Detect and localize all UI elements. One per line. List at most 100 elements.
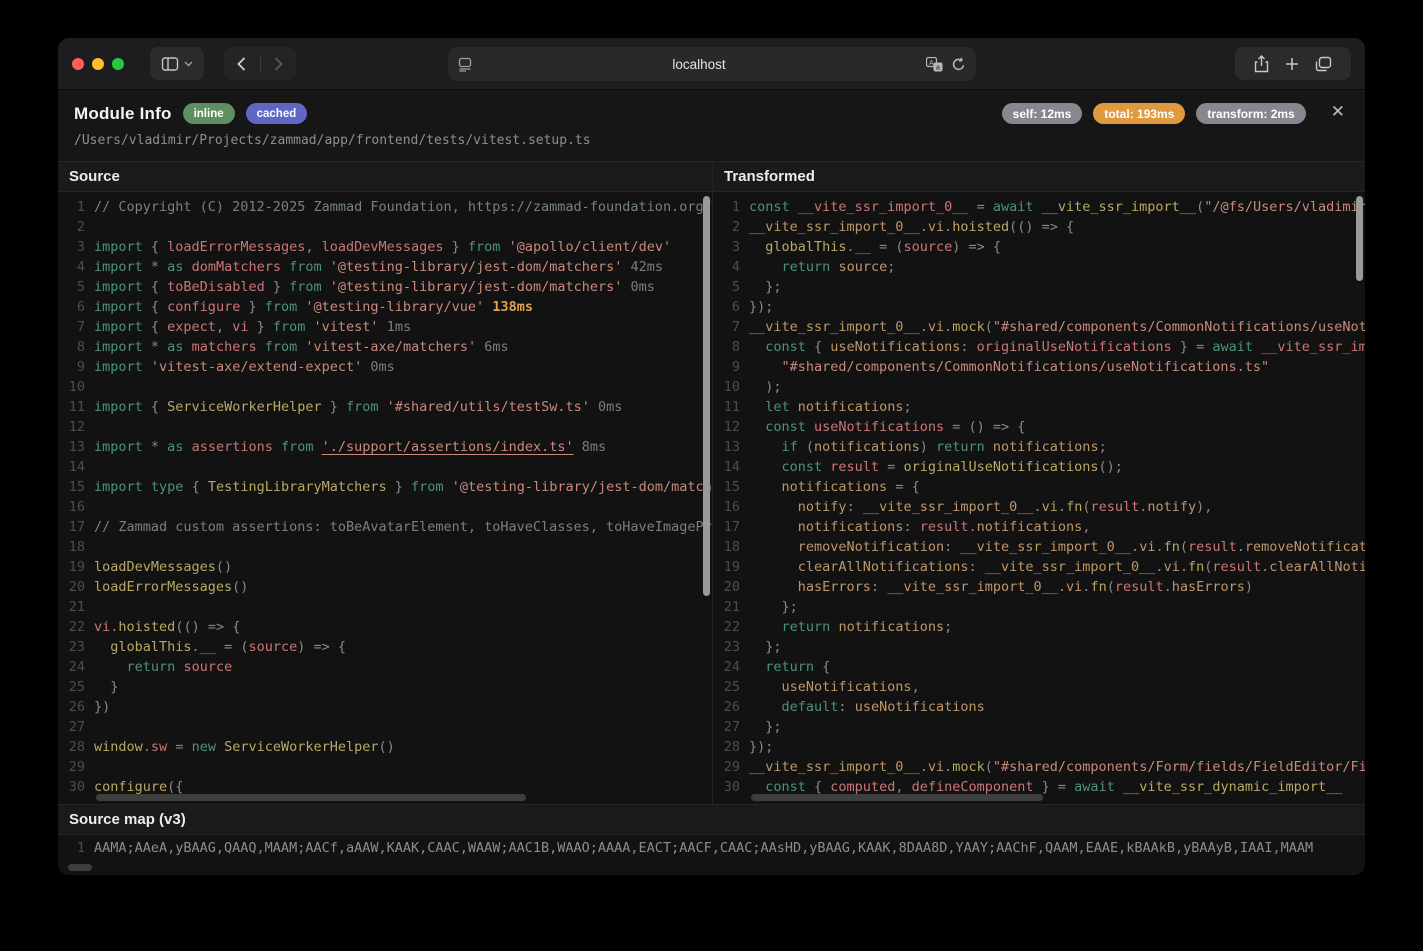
line-number: 7 [731, 319, 740, 335]
code-line: 15 notifications = { [713, 477, 1365, 497]
code-line: 3 import { loadErrorMessages, loadDevMess… [58, 237, 712, 257]
line-number: 3 [731, 239, 740, 255]
code-line: 1 const __vite_ssr_import_0__ = await __v… [713, 197, 1365, 217]
code-line: 27 [58, 717, 712, 737]
page-format-icon[interactable] [458, 57, 472, 72]
new-tab-icon[interactable] [1285, 57, 1299, 71]
code-line: 16 notify: __vite_ssr_import_0__.vi.fn(r… [713, 497, 1365, 517]
code-line: 4 import * as domMatchers from '@testing-… [58, 257, 712, 277]
code-line: 26}) [58, 697, 712, 717]
source-panel-title: Source [58, 162, 712, 192]
code-line: 23 globalThis.__ = (source) => { [58, 637, 712, 657]
sidebar-toggle-button[interactable] [150, 47, 204, 80]
code-line: 8 const { useNotifications: originalUseN… [713, 337, 1365, 357]
line-number: 13 [723, 439, 740, 455]
code-line: 11 import { ServiceWorkerHelper } from '#… [58, 397, 712, 417]
line-number: 19 [68, 559, 85, 575]
line-number: 22 [723, 619, 740, 635]
browser-window: localhost A a Module Info inline cached … [58, 38, 1365, 875]
cached-badge: cached [245, 103, 308, 124]
line-number: 30 [68, 779, 85, 795]
minimize-window-button[interactable] [92, 57, 104, 70]
code-line: 19 loadDevMessages() [58, 557, 712, 577]
line-number: 5 [76, 279, 85, 295]
code-line: 9 "#shared/components/CommonNotification… [713, 357, 1365, 377]
module-link[interactable]: './support/assertions/index.ts' [322, 439, 574, 455]
code-line: 17 notifications: result.notifications, [713, 517, 1365, 537]
line-number: 23 [68, 639, 85, 655]
code-line: 21 }; [713, 597, 1365, 617]
code-line: 13 import * as assertions from './support… [58, 437, 712, 457]
line-number: 18 [723, 539, 740, 555]
line-number: 20 [723, 579, 740, 595]
line-number: 29 [68, 759, 85, 775]
code-line: 28 window.sw = new ServiceWorkerHelper() [58, 737, 712, 757]
close-icon[interactable]: ✕ [1331, 103, 1345, 120]
tab-overview-icon[interactable] [1315, 56, 1332, 72]
source-code: 1// Copyright (C) 2012-2025 Zammad Found… [58, 192, 712, 804]
code-line: 20 hasErrors: __vite_ssr_import_0__.vi.f… [713, 577, 1365, 597]
module-info-header: Module Info inline cached self: 12ms tot… [58, 90, 1365, 162]
chevron-down-icon [184, 60, 193, 67]
line-number: 22 [68, 619, 85, 635]
transformed-vertical-scrollbar[interactable] [1356, 196, 1363, 281]
line-number: 16 [723, 499, 740, 515]
code-line: 12 const useNotifications = () => { [713, 417, 1365, 437]
line-number: 25 [723, 679, 740, 695]
transformed-horizontal-scrollbar[interactable] [751, 794, 1043, 801]
line-number: 1 [76, 199, 85, 215]
line-number: 3 [76, 239, 85, 255]
line-number: 28 [68, 739, 85, 755]
module-path: /Users/vladimir/Projects/zammad/app/fron… [74, 133, 591, 148]
code-line: 19 clearAllNotifications: __vite_ssr_imp… [713, 557, 1365, 577]
code-line: 5 import { toBeDisabled } from '@testing-… [58, 277, 712, 297]
line-number: 6 [731, 299, 740, 315]
code-line: 23 }; [713, 637, 1365, 657]
back-button[interactable] [224, 47, 260, 80]
code-line: 24 return { [713, 657, 1365, 677]
transformed-code: 1 const __vite_ssr_import_0__ = await __v… [713, 192, 1365, 804]
source-horizontal-scrollbar[interactable] [96, 794, 526, 801]
line-number: 16 [68, 499, 85, 515]
line-number: 11 [68, 399, 85, 415]
line-number: 25 [68, 679, 85, 695]
source-panel: Source 1// Copyright (C) 2012-2025 Zamma… [58, 162, 713, 804]
code-line: 9 import 'vitest-axe/extend-expect' 0ms [58, 357, 712, 377]
code-line: 6 import { configure } from '@testing-lib… [58, 297, 712, 317]
sourcemap-horizontal-scrollbar[interactable] [68, 864, 92, 871]
zoom-window-button[interactable] [112, 57, 124, 70]
code-line: 20 loadErrorMessages() [58, 577, 712, 597]
code-line: 1// Copyright (C) 2012-2025 Zammad Found… [58, 197, 712, 217]
traffic-lights [72, 57, 124, 70]
address-bar[interactable]: localhost A a [448, 47, 976, 81]
translate-icon[interactable]: A a [926, 56, 943, 72]
code-line: 27 }; [713, 717, 1365, 737]
code-line: 7 import { expect, vi } from 'vitest' 1ms [58, 317, 712, 337]
nav-buttons [224, 47, 296, 80]
share-icon[interactable] [1254, 54, 1269, 73]
line-number: 13 [68, 439, 85, 455]
line-number: 1 [76, 840, 85, 856]
line-number: 26 [723, 699, 740, 715]
line-number: 26 [68, 699, 85, 715]
forward-button[interactable] [260, 47, 296, 80]
transform-time-badge: transform: 2ms [1196, 103, 1306, 124]
code-panels: Source 1// Copyright (C) 2012-2025 Zamma… [58, 162, 1365, 804]
code-line: 24 return source [58, 657, 712, 677]
self-time-badge: self: 12ms [1001, 103, 1083, 124]
line-number: 10 [723, 379, 740, 395]
line-number: 23 [723, 639, 740, 655]
url-text[interactable]: localhost [472, 57, 926, 72]
close-window-button[interactable] [72, 57, 84, 70]
code-line: 18 [58, 537, 712, 557]
code-line: 4 return source; [713, 257, 1365, 277]
line-number: 28 [723, 739, 740, 755]
code-line: 22 vi.hoisted(() => { [58, 617, 712, 637]
code-line: 3 globalThis.__ = (source) => { [713, 237, 1365, 257]
line-number: 4 [731, 259, 740, 275]
source-vertical-scrollbar[interactable] [703, 196, 710, 596]
code-line: 10 [58, 377, 712, 397]
line-number: 21 [68, 599, 85, 615]
line-number: 14 [723, 459, 740, 475]
reload-icon[interactable] [951, 57, 966, 72]
